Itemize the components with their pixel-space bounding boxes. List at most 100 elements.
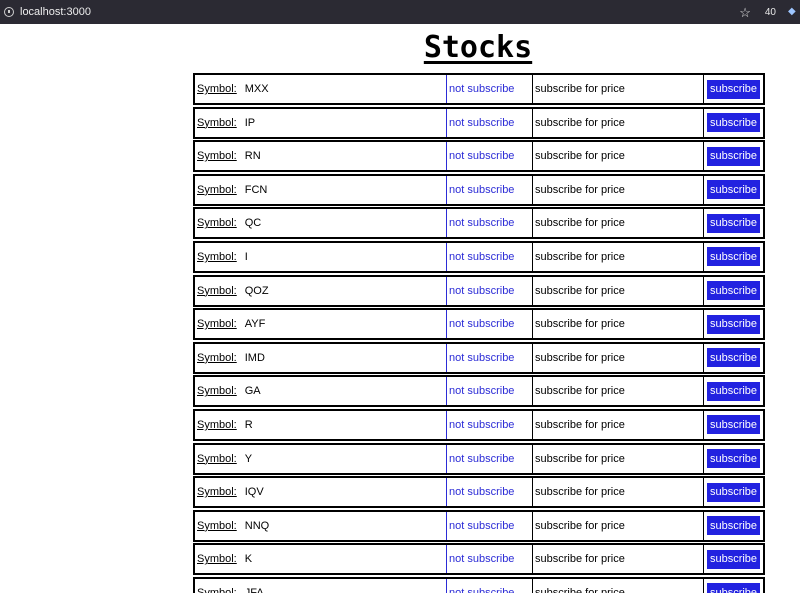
symbol-cell: Symbol: QOZ (195, 276, 447, 305)
symbol-value: I (244, 250, 248, 263)
price-cell: subscribe for price (533, 343, 704, 372)
price-cell: subscribe for price (533, 276, 704, 305)
subscribe-button[interactable]: subscribe (706, 381, 761, 401)
symbol-cell: Symbol: GA (195, 377, 447, 406)
stock-row: Symbol: IP not subscribe subscribe for p… (193, 106, 765, 139)
subscribe-button[interactable]: subscribe (706, 549, 761, 569)
price-cell: subscribe for price (533, 511, 704, 540)
action-cell: subscribe (704, 445, 763, 473)
symbol-label: Symbol: (197, 385, 237, 398)
price-cell: subscribe for price (533, 209, 704, 238)
symbol-cell: Symbol: JFA (195, 578, 447, 593)
symbol-cell: Symbol: MXX (195, 75, 447, 103)
subscription-status: not subscribe (447, 310, 533, 339)
symbol-cell: Symbol: NNQ (195, 511, 447, 540)
subscription-status: not subscribe (447, 410, 533, 439)
price-cell: subscribe for price (533, 377, 704, 406)
symbol-label: Symbol: (197, 351, 237, 364)
subscribe-button[interactable]: subscribe (706, 314, 761, 334)
price-cell: subscribe for price (533, 242, 704, 271)
symbol-cell: Symbol: I (195, 242, 447, 271)
subscription-status: not subscribe (447, 377, 533, 406)
symbol-label: Symbol: (197, 150, 237, 163)
symbol-label: Symbol: (197, 586, 237, 593)
stock-row: Symbol: GA not subscribe subscribe for p… (193, 375, 765, 408)
stock-row: Symbol: FCN not subscribe subscribe for … (193, 173, 765, 206)
subscribe-button[interactable]: subscribe (706, 516, 761, 536)
subscribe-button[interactable]: subscribe (706, 482, 761, 502)
price-cell: subscribe for price (533, 410, 704, 439)
subscribe-button[interactable]: subscribe (706, 281, 761, 301)
stock-row: Symbol: Y not subscribe subscribe for pr… (193, 442, 765, 475)
symbol-value: Y (244, 452, 253, 465)
symbol-value: AYF (244, 318, 266, 331)
action-cell: subscribe (704, 142, 763, 170)
stock-row: Symbol: IQV not subscribe subscribe for … (193, 476, 765, 509)
symbol-value: NNQ (244, 519, 270, 532)
page-title: Stocks (423, 30, 533, 65)
address-bar[interactable]: localhost:3000 (20, 6, 91, 18)
symbol-value: R (244, 418, 253, 431)
symbol-cell: Symbol: IQV (195, 478, 447, 507)
symbol-cell: Symbol: AYF (195, 310, 447, 339)
subscribe-button[interactable]: subscribe (706, 146, 761, 166)
symbol-cell: Symbol: IMD (195, 343, 447, 372)
subscribe-button[interactable]: subscribe (706, 415, 761, 435)
symbol-value: IQV (244, 486, 264, 499)
subscribe-button[interactable]: subscribe (706, 79, 761, 99)
symbol-value: K (244, 553, 253, 566)
subscribe-button[interactable]: subscribe (706, 247, 761, 267)
price-cell: subscribe for price (533, 108, 704, 137)
action-cell: subscribe (704, 344, 763, 372)
action-cell: subscribe (704, 243, 763, 271)
subscription-status: not subscribe (447, 276, 533, 305)
symbol-label: Symbol: (197, 418, 237, 431)
subscription-status: not subscribe (447, 242, 533, 271)
action-cell: subscribe (704, 377, 763, 405)
symbol-label: Symbol: (197, 250, 237, 263)
symbol-value: JFA (244, 586, 264, 593)
stock-row: Symbol: RN not subscribe subscribe for p… (193, 140, 765, 173)
stock-row: Symbol: K not subscribe subscribe for pr… (193, 543, 765, 576)
symbol-label: Symbol: (197, 217, 237, 230)
subscribe-button[interactable]: subscribe (706, 213, 761, 233)
price-cell: subscribe for price (533, 478, 704, 507)
subscribe-button[interactable]: subscribe (706, 113, 761, 133)
symbol-cell: Symbol: FCN (195, 175, 447, 204)
star-icon[interactable]: ☆ (739, 6, 751, 19)
symbol-label: Symbol: (197, 452, 237, 465)
subscription-status: not subscribe (447, 545, 533, 574)
symbol-label: Symbol: (197, 116, 237, 129)
subscription-status: not subscribe (447, 578, 533, 593)
action-cell: subscribe (704, 310, 763, 338)
action-cell: subscribe (704, 579, 763, 593)
extension-badge[interactable]: 40 (765, 7, 776, 18)
price-cell: subscribe for price (533, 578, 704, 593)
stock-row: Symbol: QOZ not subscribe subscribe for … (193, 274, 765, 307)
page-content: Stocks Symbol: MXX not subscribe subscri… (0, 24, 800, 593)
subscribe-button[interactable]: subscribe (706, 583, 761, 593)
action-cell: subscribe (704, 109, 763, 137)
symbol-label: Symbol: (197, 486, 237, 499)
subscription-status: not subscribe (447, 209, 533, 238)
symbol-cell: Symbol: K (195, 545, 447, 574)
extension-icon[interactable]: ◆ (788, 7, 796, 17)
subscribe-button[interactable]: subscribe (706, 180, 761, 200)
symbol-label: Symbol: (197, 519, 237, 532)
price-cell: subscribe for price (533, 75, 704, 103)
subscribe-button[interactable]: subscribe (706, 348, 761, 368)
symbol-value: IP (244, 116, 256, 129)
subscription-status: not subscribe (447, 142, 533, 171)
info-circle-icon[interactable] (4, 7, 14, 17)
stock-row: Symbol: NNQ not subscribe subscribe for … (193, 509, 765, 542)
symbol-value: QOZ (244, 284, 269, 297)
symbol-cell: Symbol: Y (195, 444, 447, 473)
symbol-cell: Symbol: IP (195, 108, 447, 137)
subscribe-button[interactable]: subscribe (706, 449, 761, 469)
subscription-status: not subscribe (447, 75, 533, 103)
stock-list: Symbol: MXX not subscribe subscribe for … (193, 73, 765, 593)
price-cell: subscribe for price (533, 310, 704, 339)
subscription-status: not subscribe (447, 108, 533, 137)
action-cell: subscribe (704, 411, 763, 439)
action-cell: subscribe (704, 478, 763, 506)
